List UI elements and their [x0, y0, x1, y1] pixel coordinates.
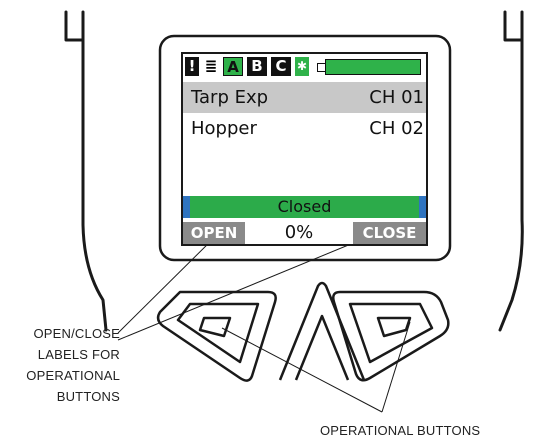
- channel-row-selected[interactable]: Tarp Exp CH 01: [183, 82, 426, 113]
- housing-left-edge: [64, 10, 108, 332]
- channel-name: Hopper: [191, 118, 257, 139]
- channel-number: CH 02: [369, 118, 424, 139]
- mode-c-indicator: C: [271, 57, 291, 76]
- exclamation-icon: !: [185, 57, 199, 76]
- position-percent: 0%: [284, 222, 314, 243]
- mode-b-indicator: B: [247, 57, 267, 76]
- status-bar: ! ≣ A B C ✱: [183, 54, 426, 81]
- lcd-screen: ! ≣ A B C ✱ Tarp Exp CH 01 Hopper CH 02 …: [181, 52, 428, 246]
- housing-right-edge: [498, 10, 524, 332]
- open-softkey-label: OPEN: [183, 222, 245, 244]
- battery-icon: [317, 59, 425, 75]
- callout-operational-buttons: OPERATIONAL BUTTONS: [320, 423, 481, 438]
- channel-name: Tarp Exp: [191, 87, 269, 108]
- status-banner: Closed: [183, 196, 426, 218]
- channel-row[interactable]: Hopper CH 02: [183, 113, 426, 144]
- battery-fill: [325, 59, 421, 75]
- bluetooth-icon: ✱: [295, 57, 309, 76]
- close-softkey-label: CLOSE: [353, 222, 426, 244]
- mode-a-indicator: A: [223, 57, 243, 76]
- softkey-bar: OPEN 0% CLOSE: [183, 220, 426, 244]
- stacked-lines-icon: ≣: [204, 57, 218, 75]
- channel-number: CH 01: [369, 87, 424, 108]
- callout-softkey-labels: OPEN/CLOSE LABELS FOR OPERATIONAL BUTTON…: [26, 326, 120, 404]
